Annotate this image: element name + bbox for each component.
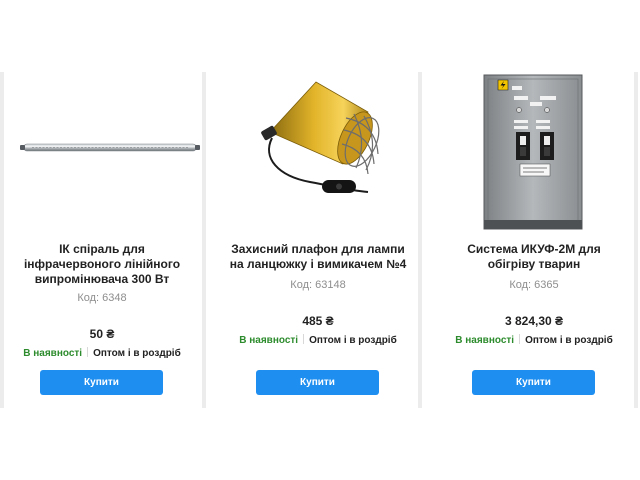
product-card-ir-spiral: ІК спіраль для інфрачервоного лінійного …	[2, 72, 202, 408]
product-card-lamp-shade: Захисний плафон для лампи на ланцюжку і …	[218, 72, 418, 408]
in-stock-label: В наявності	[455, 335, 515, 346]
card-divider	[418, 72, 422, 408]
product-image-lamp-shade[interactable]	[218, 72, 418, 232]
product-code: Код: 6348	[77, 292, 127, 304]
product-price: 485 ₴	[302, 314, 334, 328]
buy-button[interactable]: Купити	[256, 370, 379, 395]
availability-row: В наявності Оптом і в роздріб	[218, 334, 418, 346]
buy-button[interactable]: Купити	[472, 370, 595, 395]
product-code: Код: 63148	[290, 279, 346, 291]
product-price: 3 824,30 ₴	[504, 314, 564, 328]
control-cabinet-image	[483, 74, 583, 230]
product-code: Код: 6365	[509, 279, 559, 291]
product-title[interactable]: Система ИКУФ-2М для обігріву тварин	[442, 242, 626, 272]
card-divider	[634, 72, 638, 408]
product-image-ikuf-system[interactable]	[434, 72, 634, 232]
product-card-ikuf-system: Система ИКУФ-2М для обігріву тварин Код:…	[434, 72, 634, 408]
ir-heater-rod-image	[20, 143, 200, 152]
status-separator	[519, 334, 521, 344]
status-separator	[303, 334, 305, 344]
card-divider	[202, 72, 206, 408]
buy-button[interactable]: Купити	[40, 370, 163, 395]
lamp-shade-image	[261, 81, 380, 193]
high-voltage-warning-icon	[497, 79, 509, 91]
wholesale-retail-label: Оптом і в роздріб	[309, 335, 397, 346]
availability-row: В наявності Оптом і в роздріб	[434, 334, 634, 346]
product-title[interactable]: ІК спіраль для інфрачервоного лінійного …	[10, 242, 194, 287]
wholesale-retail-label: Оптом і в роздріб	[525, 335, 613, 346]
wholesale-retail-label: Оптом і в роздріб	[93, 348, 181, 359]
status-separator	[87, 347, 89, 357]
product-image-ir-spiral[interactable]	[2, 72, 202, 232]
product-title[interactable]: Захисний плафон для лампи на ланцюжку і …	[226, 242, 410, 272]
in-stock-label: В наявності	[239, 335, 299, 346]
product-price: 50 ₴	[89, 327, 115, 341]
in-stock-label: В наявності	[23, 348, 83, 359]
availability-row: В наявності Оптом і в роздріб	[2, 347, 202, 359]
